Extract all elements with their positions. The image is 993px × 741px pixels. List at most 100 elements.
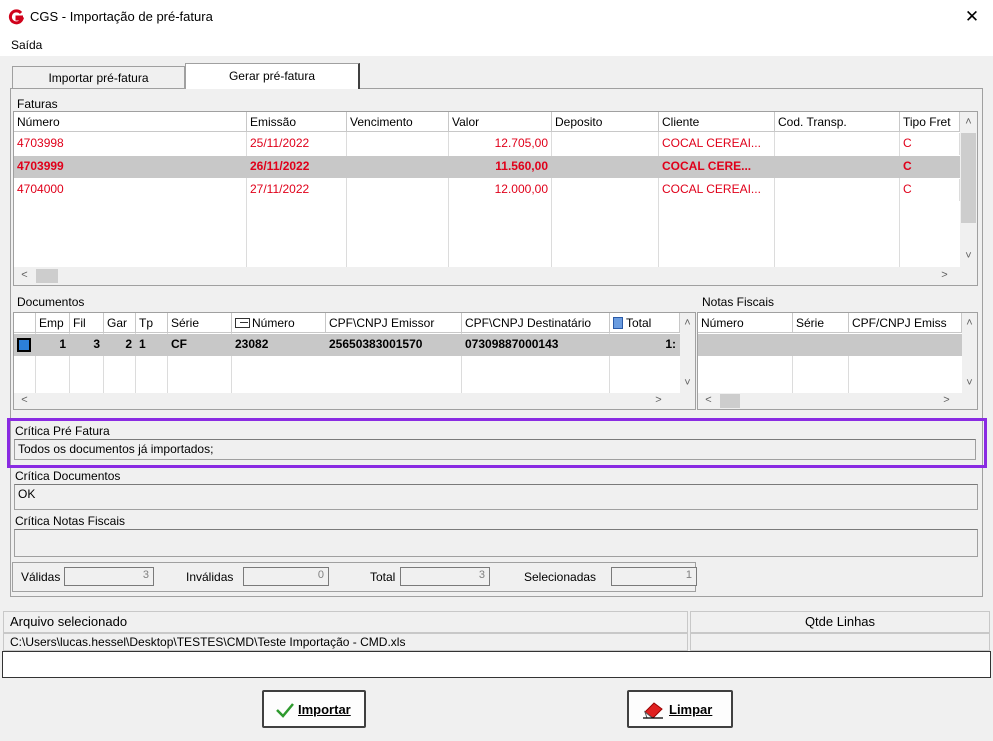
scroll-right-icon[interactable]: > xyxy=(936,267,953,284)
table-row[interactable]: 4703998 25/11/2022 12.705,00 COCAL CEREA… xyxy=(14,133,960,155)
cell-serie: CF xyxy=(168,334,232,356)
cell-valor: 12.705,00 xyxy=(449,133,552,155)
table-row-selected[interactable]: 4703999 26/11/2022 11.560,00 COCAL CERE.… xyxy=(14,156,960,178)
scroll-up-icon[interactable]: ˄ xyxy=(960,114,977,131)
col-header-cpf-destinatario[interactable]: CPF\CNPJ Destinatário xyxy=(462,313,610,333)
selecionadas-label: Selecionadas xyxy=(524,570,597,584)
scroll-up-icon[interactable]: ˄ xyxy=(962,315,977,332)
cell-emissao: 26/11/2022 xyxy=(247,156,347,178)
col-header-total[interactable]: Total xyxy=(610,313,680,333)
menu-item-saida[interactable]: Saída xyxy=(11,38,42,52)
cell-vencimento xyxy=(347,179,449,201)
validas-field: 3 xyxy=(64,567,154,586)
documentos-hscroll[interactable]: < > xyxy=(14,393,695,409)
cell-cpf-destinatario: 07309887000143 xyxy=(462,334,610,356)
col-header-deposito[interactable]: Deposito xyxy=(552,112,659,132)
qtde-linhas-label: Qtde Linhas xyxy=(690,611,990,633)
nf-vscroll[interactable]: ˄ ˅ xyxy=(962,313,977,393)
cell-cod-transp xyxy=(775,133,900,155)
col-header-cpf-emissor[interactable]: CPF\CNPJ Emissor xyxy=(326,313,462,333)
tab-importar-pre-fatura[interactable]: Importar pré-fatura xyxy=(12,66,185,88)
col-header-cod-transp[interactable]: Cod. Transp. xyxy=(775,112,900,132)
col-header-cliente[interactable]: Cliente xyxy=(659,112,775,132)
faturas-hscroll[interactable]: < > xyxy=(14,267,977,285)
critica-pre-fatura-field[interactable]: Todos os documentos já importados; xyxy=(14,439,976,460)
cell-tp: 1 xyxy=(136,334,168,356)
col-header-tp[interactable]: Tp xyxy=(136,313,168,333)
card-icon xyxy=(235,318,250,328)
cell-numero: 4703999 xyxy=(14,156,247,178)
cell-deposito xyxy=(552,156,659,178)
col-header-valor[interactable]: Valor xyxy=(449,112,552,132)
calculator-icon xyxy=(613,317,623,329)
importar-button-label: Importar xyxy=(298,702,351,717)
scroll-right-icon[interactable]: > xyxy=(650,392,667,409)
faturas-vscroll[interactable]: ˄ ˅ xyxy=(960,112,977,267)
faturas-grid[interactable]: Número Emissão Vencimento Valor Deposito… xyxy=(13,111,978,286)
total-label: Total xyxy=(370,570,396,584)
scroll-thumb[interactable] xyxy=(961,133,976,223)
notas-fiscais-grid[interactable]: Número Série CPF/CNPJ Emiss ˄ ˅ < > xyxy=(697,312,978,410)
window-title: CGS - Importação de pré-fatura xyxy=(30,9,213,24)
critica-notas-fiscais-field[interactable] xyxy=(14,529,978,557)
col-header-nf-numero[interactable]: Número xyxy=(698,313,793,333)
scroll-thumb[interactable] xyxy=(36,269,58,283)
scroll-left-icon[interactable]: < xyxy=(16,392,33,409)
tab-gerar-pre-fatura[interactable]: Gerar pré-fatura xyxy=(185,63,360,89)
col-header-vencimento[interactable]: Vencimento xyxy=(347,112,449,132)
scroll-thumb[interactable] xyxy=(720,394,740,408)
scroll-down-icon[interactable]: ˅ xyxy=(680,375,695,392)
col-header-fil[interactable]: Fil xyxy=(70,313,104,333)
col-header-nf-cpf[interactable]: CPF/CNPJ Emiss xyxy=(849,313,962,333)
arquivo-path: C:\Users\lucas.hessel\Desktop\TESTES\CMD… xyxy=(3,633,688,651)
cell-tipo-frete: C xyxy=(900,156,960,178)
eraser-icon xyxy=(643,702,663,719)
title-bar: CGS - Importação de pré-fatura ✕ xyxy=(0,0,993,34)
nf-hscroll[interactable]: < > xyxy=(698,393,977,409)
notas-fiscais-label: Notas Fiscais xyxy=(702,295,775,309)
col-header-gar[interactable]: Gar xyxy=(104,313,136,333)
critica-pre-fatura-label: Crítica Pré Fatura xyxy=(15,424,110,438)
limpar-button[interactable]: Limpar xyxy=(627,690,733,728)
cell-cod-transp xyxy=(775,179,900,201)
cell-vencimento xyxy=(347,156,449,178)
cell-valor: 11.560,00 xyxy=(449,156,552,178)
col-header-tipo-frete[interactable]: Tipo Fret xyxy=(900,112,960,132)
critica-documentos-field[interactable]: OK xyxy=(14,484,978,510)
col-header-numero[interactable]: Número xyxy=(14,112,247,132)
scroll-down-icon[interactable]: ˅ xyxy=(962,375,977,392)
cell-cliente: COCAL CERE... xyxy=(659,156,775,178)
scroll-left-icon[interactable]: < xyxy=(700,392,717,409)
cell-cpf-emissor: 25650383001570 xyxy=(326,334,462,356)
col-header-numero[interactable]: Número xyxy=(232,313,326,333)
invalidas-field: 0 xyxy=(243,567,329,586)
col-header-nf-serie[interactable]: Série xyxy=(793,313,849,333)
table-row-selected[interactable] xyxy=(698,334,962,356)
documentos-grid[interactable]: Emp Fil Gar Tp Série Número CPF\CNPJ Emi… xyxy=(13,312,696,410)
scroll-right-icon[interactable]: > xyxy=(938,392,955,409)
check-icon xyxy=(276,703,294,718)
col-header-emp[interactable]: Emp xyxy=(36,313,70,333)
progress-bar xyxy=(2,651,991,678)
col-header-indicator xyxy=(14,313,36,333)
col-header-serie[interactable]: Série xyxy=(168,313,232,333)
importar-button[interactable]: Importar xyxy=(262,690,366,728)
table-row-selected[interactable]: 1 3 2 1 CF 23082 25650383001570 07309887… xyxy=(14,334,680,356)
scroll-up-icon[interactable]: ˄ xyxy=(680,315,695,332)
invalidas-label: Inválidas xyxy=(186,570,234,584)
col-header-emissao[interactable]: Emissão xyxy=(247,112,347,132)
app-logo-icon xyxy=(8,9,24,25)
scroll-left-icon[interactable]: < xyxy=(16,267,33,284)
scroll-down-icon[interactable]: ˅ xyxy=(960,248,977,265)
row-checkbox[interactable] xyxy=(17,338,31,352)
cell-numero: 4703998 xyxy=(14,133,247,155)
limpar-button-label: Limpar xyxy=(669,702,713,717)
cell-cliente: COCAL CEREAI... xyxy=(659,179,775,201)
cell-fil: 3 xyxy=(70,334,104,356)
close-icon[interactable]: ✕ xyxy=(960,6,984,28)
table-row[interactable]: 4704000 27/11/2022 12.000,00 COCAL CEREA… xyxy=(14,179,960,201)
critica-notas-fiscais-label: Crítica Notas Fiscais xyxy=(15,514,126,528)
total-field: 3 xyxy=(400,567,490,586)
cell-numero: 23082 xyxy=(232,334,326,356)
documentos-vscroll[interactable]: ˄ ˅ xyxy=(680,313,695,393)
